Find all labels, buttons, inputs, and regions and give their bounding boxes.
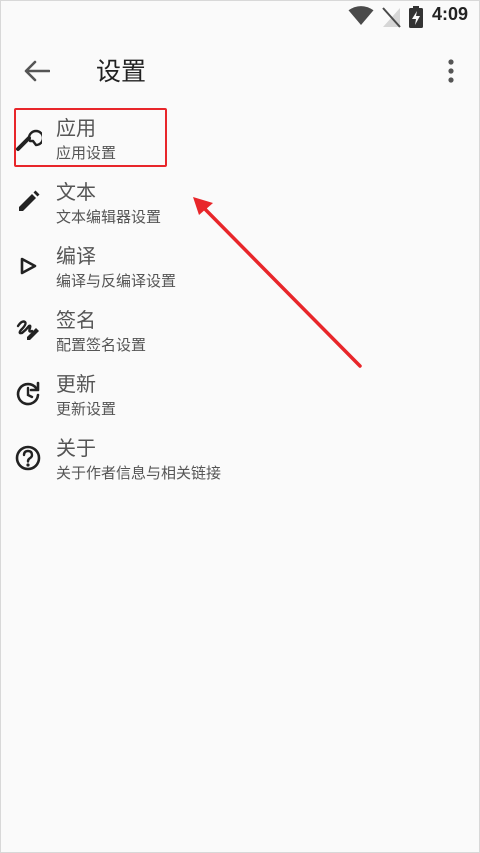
wifi-icon — [348, 6, 374, 25]
item-title: 关于 — [56, 436, 96, 460]
settings-item-about[interactable]: 关于 关于作者信息与相关链接 — [0, 428, 480, 492]
item-subtitle: 文本编辑器设置 — [56, 208, 162, 226]
status-bar: 4:09 — [0, 0, 480, 32]
item-title: 编译 — [56, 244, 96, 268]
settings-item-signature[interactable]: 签名 配置签名设置 — [0, 300, 480, 364]
clock: 4:09 — [432, 4, 469, 24]
back-button[interactable] — [20, 54, 54, 88]
play-outline-icon — [14, 252, 42, 280]
wrench-icon — [14, 124, 42, 152]
pencil-icon — [14, 188, 42, 216]
item-subtitle: 应用设置 — [56, 144, 117, 162]
app-toolbar: 设置 — [0, 32, 480, 108]
settings-item-app[interactable]: 应用 应用设置 — [0, 108, 480, 172]
item-title: 签名 — [56, 308, 96, 332]
settings-item-update[interactable]: 更新 更新设置 — [0, 364, 480, 428]
overflow-menu-button[interactable] — [436, 54, 466, 88]
item-subtitle: 配置签名设置 — [56, 336, 147, 354]
update-icon — [14, 380, 42, 408]
item-subtitle: 编译与反编译设置 — [56, 272, 177, 290]
help-circle-icon — [14, 444, 42, 472]
item-subtitle: 关于作者信息与相关链接 — [56, 464, 222, 482]
item-subtitle: 更新设置 — [56, 400, 117, 418]
settings-item-text[interactable]: 文本 文本编辑器设置 — [0, 172, 480, 236]
more-vert-icon — [448, 59, 454, 83]
page-title: 设置 — [96, 57, 147, 86]
item-title: 应用 — [56, 116, 96, 140]
item-title: 更新 — [56, 372, 96, 396]
signature-icon — [14, 316, 42, 344]
arrow-left-icon — [24, 60, 50, 82]
battery-charging-icon — [409, 6, 423, 28]
settings-item-compile[interactable]: 编译 编译与反编译设置 — [0, 236, 480, 300]
no-sim-icon — [382, 7, 401, 28]
item-title: 文本 — [56, 180, 96, 204]
